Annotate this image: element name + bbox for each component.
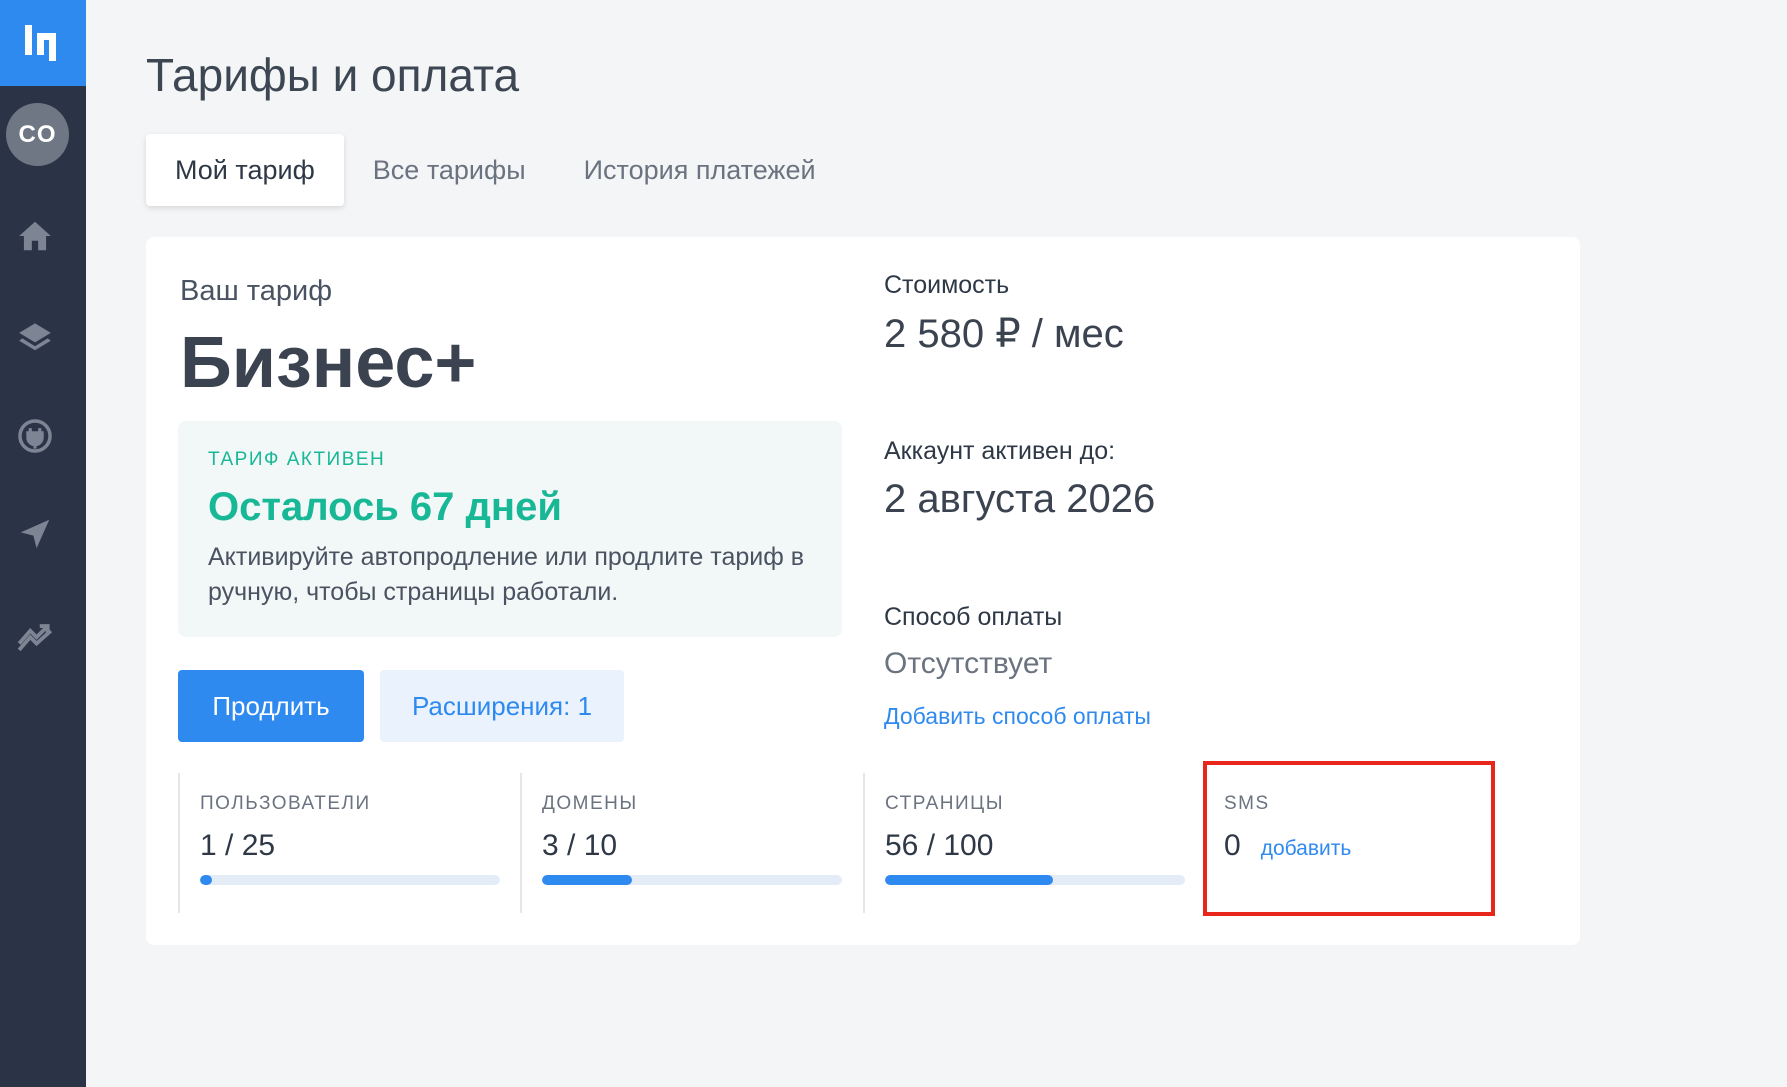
page-title: Тарифы и оплата [146,49,520,101]
payment-method-label: Способ оплаты [884,603,1063,631]
avatar[interactable]: CO [6,103,69,166]
payment-method-value: Отсутствует [884,647,1053,680]
progress-bar [885,875,1185,885]
status-title: ТАРИФ АКТИВЕН [208,449,386,470]
stat-users: ПОЛЬЗОВАТЕЛИ 1 / 25 [178,773,500,913]
cost-value: 2 580 ₽ / мес [884,312,1124,356]
progress-bar [200,875,500,885]
stat-value-text: 1 / 25 [200,829,276,862]
plan-status-box: ТАРИФ АКТИВЕН Осталось 67 дней Активируй… [178,421,842,637]
days-left: Осталось 67 дней [208,485,562,529]
active-until-label: Аккаунт активен до: [884,437,1116,465]
progress-fill [885,875,1053,885]
tab-my-plan[interactable]: Мой тариф [146,134,344,206]
layers-icon[interactable] [15,316,55,356]
add-payment-method-link[interactable]: Добавить способ оплаты [884,703,1151,730]
stat-pages: СТРАНИЦЫ 56 / 100 [863,773,1185,913]
stat-label: ПОЛЬЗОВАТЕЛИ [200,793,371,814]
progress-fill [542,875,632,885]
plan-name: Бизнес+ [180,323,477,403]
progress-fill [200,875,212,885]
stat-label: ДОМЕНЫ [542,793,638,814]
stat-value: 1 / 25 [200,829,478,863]
stat-value: 3 / 10 [542,829,820,863]
sms-highlight-box [1203,761,1495,916]
plan-label: Ваш тариф [180,275,333,307]
renew-button[interactable]: Продлить [178,670,364,742]
tab-payment-history[interactable]: История платежей [555,134,845,206]
send-icon[interactable] [15,514,55,554]
tab-bar: Мой тариф Все тарифы История платежей [146,134,845,206]
progress-bar [542,875,842,885]
logo-icon [25,25,56,61]
plugin-icon[interactable] [15,416,55,456]
stat-value-text: 56 / 100 [885,829,994,862]
stat-label: СТРАНИЦЫ [885,793,1005,814]
analytics-icon[interactable] [15,614,55,654]
home-icon[interactable] [15,216,55,256]
active-until-value: 2 августа 2026 [884,477,1156,521]
extensions-button[interactable]: Расширения: 1 [380,670,624,742]
sidebar: CO [0,0,86,1087]
stat-value-text: 3 / 10 [542,829,618,862]
stat-value: 56 / 100 [885,829,1163,863]
status-description: Активируйте автопродление или продлите т… [208,543,805,606]
logo[interactable] [0,0,86,86]
stat-domains: ДОМЕНЫ 3 / 10 [520,773,842,913]
cost-label: Стоимость [884,271,1010,299]
tab-all-plans[interactable]: Все тарифы [344,134,555,206]
